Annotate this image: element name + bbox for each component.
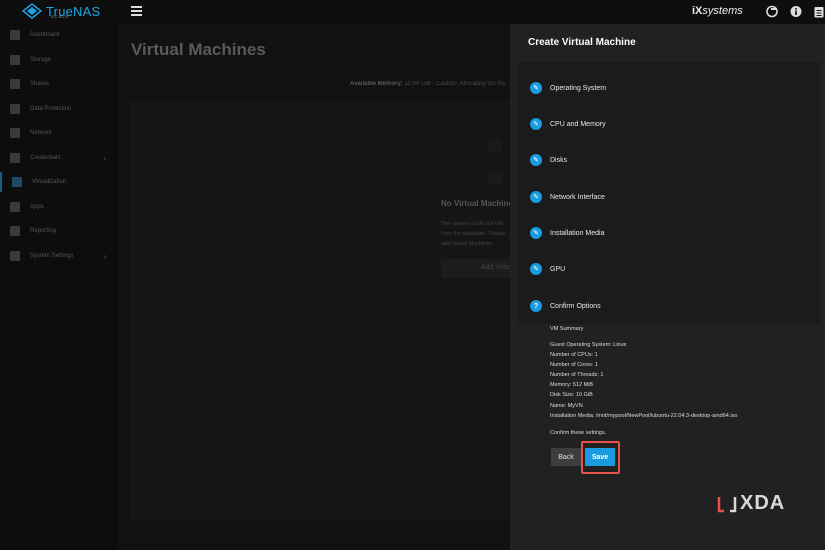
summary-line: Guest Operating System: Linux	[550, 342, 627, 348]
step-confirm-options[interactable]: ? Confirm Options	[530, 300, 601, 312]
network-icon	[10, 128, 20, 138]
sidebar-item-apps[interactable]: Apps	[0, 197, 118, 217]
menu-toggle-icon[interactable]	[131, 6, 142, 17]
gear-icon	[10, 251, 20, 261]
available-memory-value: 11.94 GiB - Caution: Allocating too mu	[404, 81, 506, 87]
summary-line: Name: MyVN	[550, 403, 583, 409]
available-memory-label: Available Memory:	[350, 81, 403, 87]
ixsystems-logo[interactable]: iXsystems	[692, 5, 743, 17]
step-network-interface[interactable]: ✎ Network Interface	[530, 191, 605, 203]
add-vm-button[interactable]: Add Virtu	[441, 259, 510, 278]
xda-watermark: XDA	[716, 492, 785, 515]
shares-icon	[10, 79, 20, 89]
panel-title: Create Virtual Machine	[528, 37, 636, 48]
step-label: Operating System	[550, 84, 607, 92]
xda-logo-icon	[717, 496, 737, 512]
pencil-icon: ✎	[530, 191, 542, 203]
sidebar-item-label: Credentials	[30, 155, 61, 161]
storage-icon	[10, 55, 20, 65]
save-highlight-box	[581, 441, 620, 474]
sidebar-item-label: Apps	[30, 204, 44, 210]
sidebar-item-virtualization[interactable]: Virtualization	[0, 172, 118, 192]
summary-line: Number of Cores: 1	[550, 362, 598, 368]
sidebar-item-dashboard[interactable]: Dashboard	[0, 25, 118, 45]
sidebar-item-credentials[interactable]: Credentials ›	[0, 148, 118, 168]
pencil-icon: ✎	[530, 263, 542, 275]
pencil-icon: ✎	[530, 118, 542, 130]
step-label: Installation Media	[550, 229, 605, 237]
step-label: CPU and Memory	[550, 120, 606, 128]
pencil-icon: ✎	[530, 227, 542, 239]
help-icon: ?	[530, 300, 542, 312]
step-label: Disks	[550, 156, 568, 164]
summary-line: Number of Threads: 1	[550, 372, 604, 378]
placeholder-icon	[488, 139, 502, 151]
confirm-text: Confirm these settings.	[550, 430, 607, 436]
step-label: GPU	[550, 265, 566, 273]
sidebar-item-shares[interactable]: Shares	[0, 74, 118, 94]
key-icon	[10, 153, 20, 163]
summary-line: Disk Size: 10 GiB	[550, 392, 593, 398]
empty-state-description: The system could not retr from the datab…	[441, 221, 506, 247]
sidebar-item-label: Data Protection	[30, 106, 72, 112]
step-gpu[interactable]: ✎ GPU	[530, 263, 565, 275]
sidebar-item-data-protection[interactable]: Data Protection	[0, 99, 118, 119]
apps-icon	[10, 202, 20, 212]
monitor-icon	[12, 177, 22, 187]
placeholder-icon	[488, 172, 502, 184]
pencil-icon: ✎	[530, 82, 542, 94]
sidebar-item-label: Storage	[30, 57, 52, 63]
brand-prefix: iX	[692, 5, 703, 17]
sidebar-item-label: Virtualization	[32, 179, 67, 185]
sidebar-item-network[interactable]: Network	[0, 123, 118, 143]
truenas-logo-icon	[22, 3, 42, 19]
sidebar-item-reporting[interactable]: Reporting	[0, 221, 118, 241]
summary-line: Memory: 512 MiB	[550, 382, 594, 388]
chevron-right-icon: ›	[103, 153, 106, 163]
summary-line: Installation Media: /mnt/mypool/NewPool/…	[550, 413, 738, 419]
step-cpu-memory[interactable]: ✎ CPU and Memory	[530, 118, 606, 130]
empty-state-card	[130, 100, 510, 520]
watermark-text: XDA	[740, 492, 786, 514]
brand-suffix: systems	[702, 5, 743, 17]
step-operating-system[interactable]: ✎ Operating System	[530, 82, 606, 94]
page-title: Virtual Machines	[131, 40, 266, 59]
sidebar-item-label: Reporting	[30, 228, 57, 234]
truecommand-icon[interactable]	[766, 5, 778, 18]
step-disks[interactable]: ✎ Disks	[530, 154, 567, 166]
sidebar: Dashboard Storage Shares Data Protection…	[0, 24, 118, 550]
empty-state-title: No Virtual Machines	[441, 199, 518, 208]
sidebar-item-label: Shares	[30, 81, 50, 87]
sidebar-item-label: Network	[30, 130, 53, 136]
logo-subtitle: SCALE	[51, 14, 70, 19]
sidebar-item-label: System Settings	[30, 253, 74, 259]
clipboard-icon[interactable]	[813, 5, 825, 18]
step-label: Network Interface	[550, 193, 605, 201]
back-button[interactable]: Back	[551, 448, 581, 466]
pencil-icon: ✎	[530, 154, 542, 166]
dashboard-icon	[10, 30, 20, 40]
vm-summary-title: VM Summary	[550, 326, 584, 332]
top-bar: TrueNAS SCALE iXsystems	[0, 0, 825, 24]
available-memory: Available Memory: 11.94 GiB - Caution: A…	[350, 81, 510, 87]
summary-line: Number of CPUs: 1	[550, 352, 598, 358]
chart-icon	[10, 226, 20, 236]
step-installation-media[interactable]: ✎ Installation Media	[530, 227, 604, 239]
sidebar-item-storage[interactable]: Storage	[0, 50, 118, 70]
info-icon[interactable]	[790, 5, 802, 18]
shield-icon	[10, 104, 20, 114]
step-label: Confirm Options	[550, 302, 601, 310]
sidebar-item-system-settings[interactable]: System Settings ›	[0, 246, 118, 266]
sidebar-item-label: Dashboard	[30, 32, 60, 38]
chevron-right-icon: ›	[103, 251, 106, 261]
